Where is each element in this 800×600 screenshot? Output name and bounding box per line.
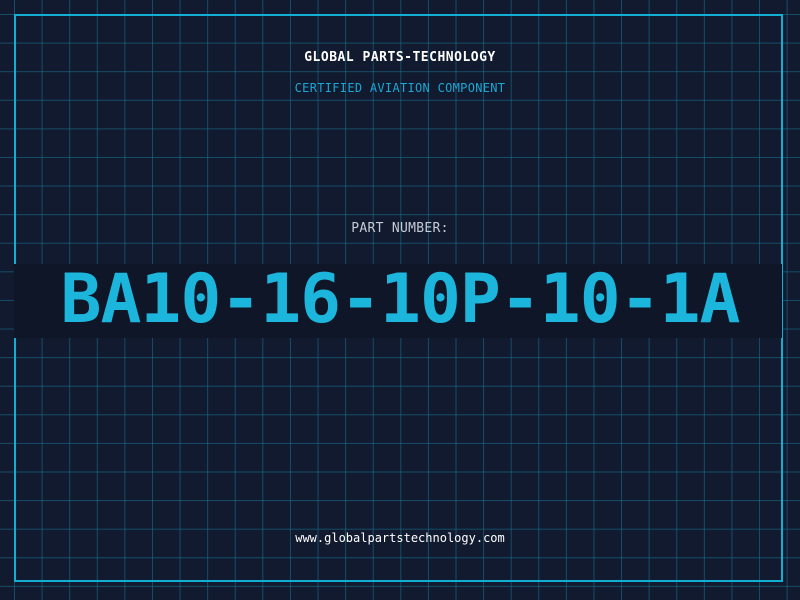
website-url: www.globalpartstechnology.com (295, 531, 505, 545)
company-name: GLOBAL PARTS-TECHNOLOGY (304, 50, 496, 65)
part-number-label: PART NUMBER: (351, 221, 449, 236)
certification-tagline: CERTIFIED AVIATION COMPONENT (294, 81, 506, 95)
part-number-value: BA10-16-10P-10-1A (60, 260, 741, 339)
part-label-card: GLOBAL PARTS-TECHNOLOGY CERTIFIED AVIATI… (0, 0, 800, 600)
